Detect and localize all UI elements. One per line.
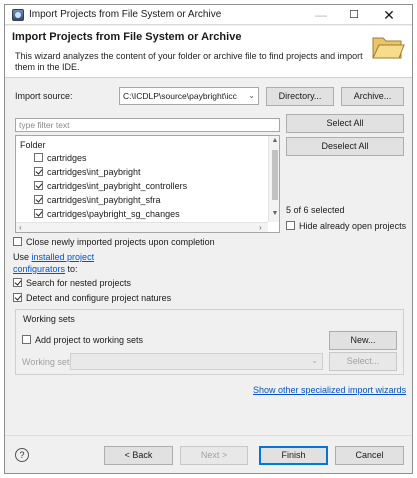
checkbox[interactable] [13, 278, 22, 287]
tree-item[interactable]: cartridges\paybright_sg_changes [34, 208, 180, 221]
import-source-label: Import source: [15, 91, 73, 101]
checkbox[interactable] [34, 153, 43, 162]
checkbox[interactable] [13, 293, 22, 302]
import-source-combo[interactable]: C:\ICDLP\source\paybright\icc ⌄ [119, 87, 259, 105]
configurators-text: Use installed project [13, 252, 95, 262]
tree-item[interactable]: cartridges\int_paybright_sfra [34, 194, 161, 207]
detect-natures-option[interactable]: Detect and configure project natures [13, 293, 171, 303]
hide-open-projects-option[interactable]: Hide already open projects [286, 221, 406, 231]
wizard-description: This wizard analyzes the content of your… [15, 51, 363, 72]
horizontal-scrollbar[interactable]: ‹ › [16, 222, 268, 232]
cancel-button[interactable]: Cancel [335, 446, 404, 465]
select-all-button[interactable]: Select All [286, 114, 404, 133]
scroll-down-icon[interactable]: ▼ [269, 210, 279, 217]
tree-column-header: Folder [20, 140, 46, 150]
tree-item[interactable]: cartridges [34, 152, 87, 165]
filter-input[interactable]: type filter text [15, 118, 280, 132]
working-sets-title: Working sets [23, 314, 75, 324]
tree-item[interactable]: cartridges\int_paybright [34, 166, 141, 179]
wizard-header: Import Projects from File System or Arch… [5, 26, 412, 78]
checkbox[interactable] [13, 237, 22, 246]
archive-button[interactable]: Archive... [341, 87, 404, 106]
configurators-link[interactable]: configurators [13, 264, 65, 274]
window-title: Import Projects from File System or Arch… [29, 9, 222, 20]
minimize-button[interactable]: — [305, 5, 337, 25]
footer-divider [5, 435, 412, 436]
scroll-right-icon[interactable]: › [259, 223, 262, 232]
tree-item[interactable]: cartridges\int_paybright_controllers [34, 180, 187, 193]
working-sets-combo[interactable]: ⌄ [70, 353, 323, 370]
chevron-down-icon: ⌄ [248, 91, 255, 100]
scroll-up-icon[interactable]: ▲ [269, 137, 279, 144]
title-bar: Import Projects from File System or Arch… [5, 5, 412, 25]
close-button[interactable]: ✕ [373, 5, 405, 25]
maximize-button[interactable]: ☐ [338, 5, 370, 25]
close-imported-option[interactable]: Close newly imported projects upon compl… [13, 237, 215, 247]
configurators-text-2: configurators to: [13, 264, 78, 274]
checkbox[interactable] [286, 221, 295, 230]
installed-project-link[interactable]: installed project [32, 252, 95, 262]
checkbox[interactable] [34, 195, 43, 204]
checkbox[interactable] [22, 335, 31, 344]
new-working-set-button[interactable]: New... [329, 331, 397, 350]
finish-button[interactable]: Finish [259, 446, 328, 465]
import-dialog: Import Projects from File System or Arch… [4, 4, 413, 474]
project-tree: Folder cartridges cartridges\int_paybrig… [15, 135, 280, 233]
chevron-down-icon: ⌄ [311, 356, 318, 365]
back-button[interactable]: < Back [104, 446, 173, 465]
folder-icon [372, 37, 405, 59]
eclipse-app-icon [12, 9, 24, 21]
show-other-wizards-link[interactable]: Show other specialized import wizards [253, 385, 406, 395]
help-icon[interactable]: ? [15, 448, 29, 462]
scroll-thumb[interactable] [272, 150, 278, 200]
add-to-working-sets-option[interactable]: Add project to working sets [22, 335, 143, 345]
working-sets-label: Working sets: [22, 357, 77, 367]
deselect-all-button[interactable]: Deselect All [286, 137, 404, 156]
select-working-sets-button[interactable]: Select... [329, 352, 397, 371]
directory-button[interactable]: Directory... [266, 87, 334, 106]
checkbox[interactable] [34, 209, 43, 218]
import-source-value: C:\ICDLP\source\paybright\icc [123, 91, 237, 101]
next-button[interactable]: Next > [180, 446, 248, 465]
wizard-title: Import Projects from File System or Arch… [12, 31, 242, 43]
checkbox[interactable] [34, 167, 43, 176]
selected-count: 5 of 6 selected [286, 205, 345, 215]
scroll-left-icon[interactable]: ‹ [19, 223, 22, 232]
search-nested-option[interactable]: Search for nested projects [13, 278, 131, 288]
vertical-scrollbar[interactable]: ▲ ▼ [268, 136, 279, 222]
checkbox[interactable] [34, 181, 43, 190]
